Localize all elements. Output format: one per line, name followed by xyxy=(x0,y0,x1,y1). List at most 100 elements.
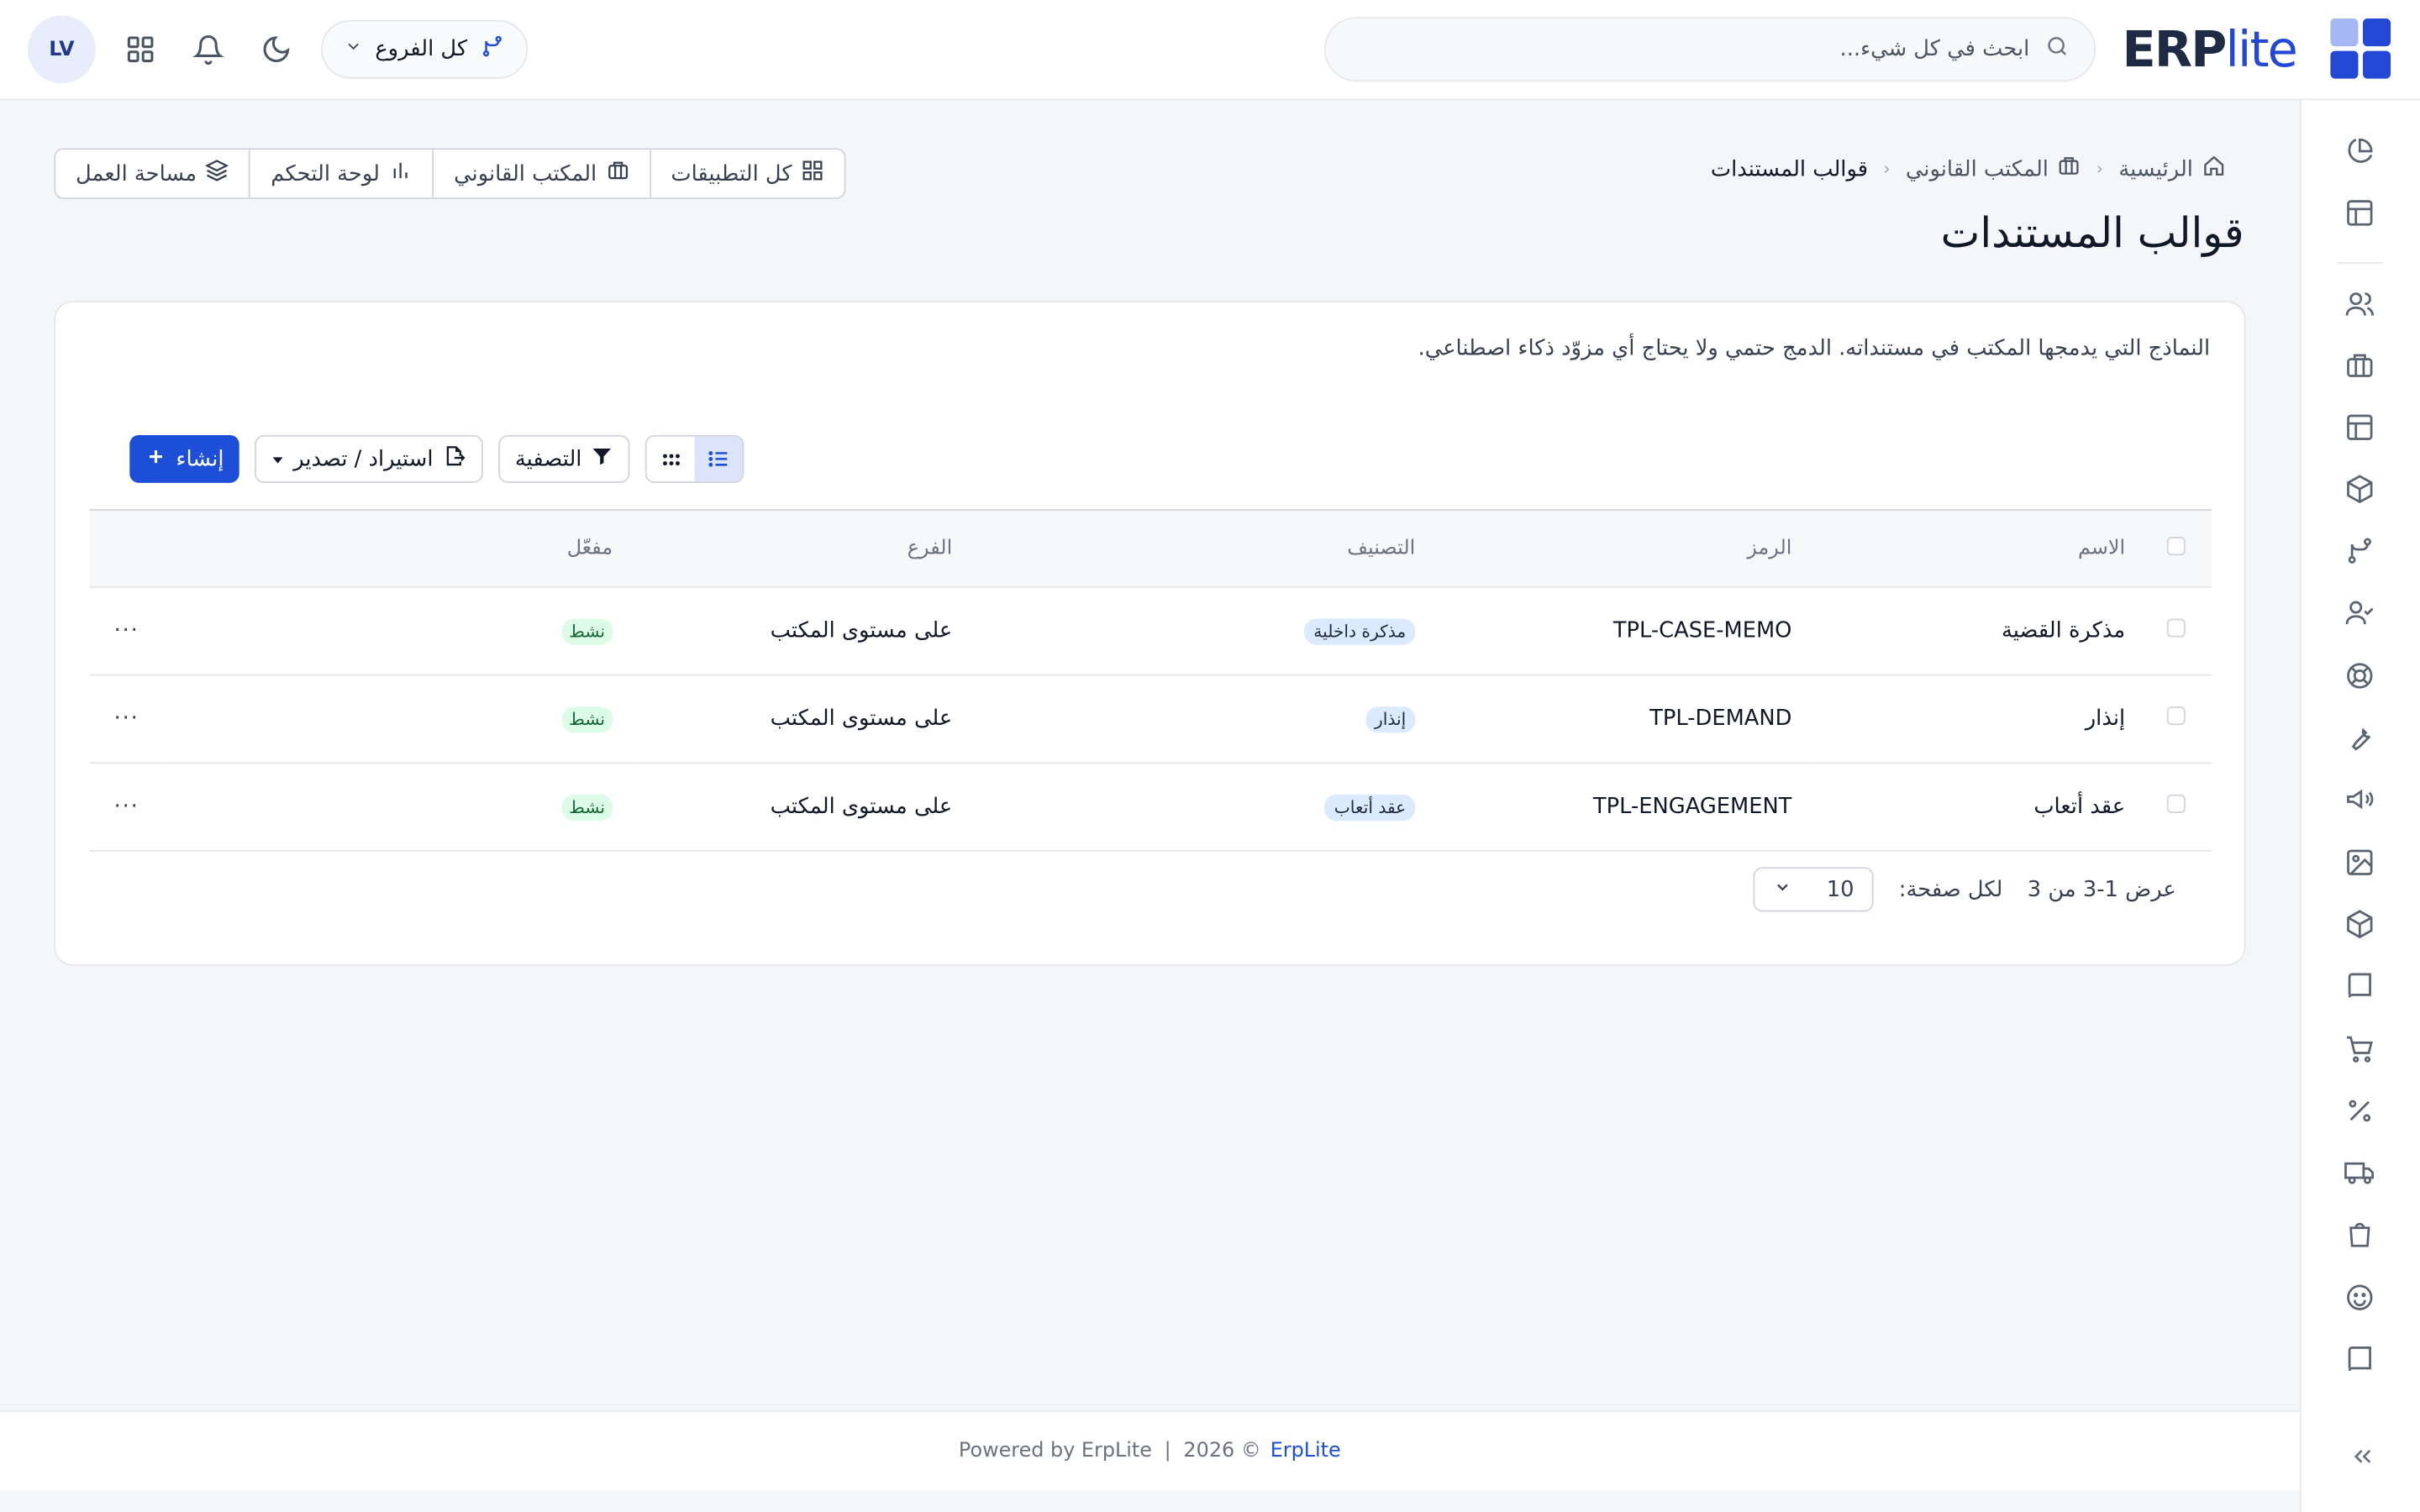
bar-chart-icon xyxy=(389,159,413,188)
wrench-icon[interactable] xyxy=(2343,721,2376,754)
create-label: إنشاء xyxy=(176,446,224,472)
breadcrumb-label: الرئيسية xyxy=(2118,156,2193,181)
all-apps-label: كل التطبيقات xyxy=(671,160,792,186)
percent-icon[interactable] xyxy=(2343,1094,2376,1127)
templates-table: الاسم الرمز التصنيف الفرع مفعّل مذكرة ال… xyxy=(89,509,2212,852)
global-search[interactable] xyxy=(1323,17,2096,82)
notebook-icon[interactable] xyxy=(2343,1342,2376,1376)
page-footer: Powered by ErpLite | 2026 © ErpLite xyxy=(0,1410,2300,1491)
search-input[interactable] xyxy=(1412,37,2030,62)
table-row[interactable]: مذكرة القضية TPL-CASE-MEMO مذكرة داخلية … xyxy=(89,587,2212,675)
smile-icon[interactable] xyxy=(2343,1280,2376,1314)
logo-mark-icon xyxy=(2330,18,2391,80)
breadcrumb-current: قوالب المستندات xyxy=(1710,156,1869,181)
column-category[interactable]: التصنيف xyxy=(974,510,1437,587)
bell-icon[interactable] xyxy=(185,26,231,72)
pagination-summary: عرض 1-3 من 3 xyxy=(2027,877,2176,902)
workspace-label: مساحة العمل xyxy=(75,160,197,186)
caret-down-icon xyxy=(271,447,284,471)
truck-icon[interactable] xyxy=(2343,1156,2376,1189)
create-button[interactable]: إنشاء xyxy=(129,434,239,483)
workspace-button[interactable]: مساحة العمل xyxy=(55,150,249,197)
column-name[interactable]: الاسم xyxy=(1813,510,2140,587)
footer-brand-link[interactable]: ErpLite xyxy=(1270,1440,1341,1463)
row-checkbox[interactable] xyxy=(2166,706,2186,726)
dashboard-label: لوحة التحكم xyxy=(271,160,380,186)
briefcase-icon xyxy=(606,159,629,188)
briefcase-icon[interactable] xyxy=(2343,349,2376,382)
template-branch: على مستوى المكتب xyxy=(770,618,953,643)
column-branch[interactable]: الفرع xyxy=(634,510,974,587)
breadcrumb-separator: ‹ xyxy=(1883,159,1891,180)
pagination: عرض 1-3 من 3 لكل صفحة: 10 xyxy=(1754,867,2176,912)
view-toggle xyxy=(644,434,744,483)
table-header-row: الاسم الرمز التصنيف الفرع مفعّل xyxy=(89,510,2212,587)
pie-chart-icon[interactable] xyxy=(2343,134,2376,168)
import-export-button[interactable]: استيراد / تصدير xyxy=(255,434,483,483)
footer-year: 2026 © xyxy=(1183,1439,1261,1463)
status-badge: نشط xyxy=(560,706,613,732)
layers-icon xyxy=(205,159,229,188)
breadcrumb-label: المكتب القانوني xyxy=(1905,156,2049,181)
branch-icon[interactable] xyxy=(2343,533,2376,567)
category-tag: مذكرة داخلية xyxy=(1304,617,1416,644)
row-checkbox[interactable] xyxy=(2166,618,2186,638)
lifebuoy-icon[interactable] xyxy=(2343,659,2376,692)
book-icon[interactable] xyxy=(2343,969,2376,1002)
status-badge: نشط xyxy=(560,793,613,821)
cart-icon[interactable] xyxy=(2343,1032,2376,1066)
filter-label: التصفية xyxy=(514,446,582,472)
select-all-checkbox[interactable] xyxy=(2166,536,2186,555)
file-export-icon xyxy=(443,444,466,474)
breadcrumb-legal-office[interactable]: المكتب القانوني xyxy=(1906,155,2081,184)
column-code[interactable]: الرمز xyxy=(1437,510,1813,587)
category-tag: إنذار xyxy=(1365,706,1416,732)
dark-mode-moon-icon[interactable] xyxy=(253,26,299,72)
template-code: TPL-DEMAND xyxy=(1649,706,1792,732)
branch-label: كل الفروع xyxy=(375,37,468,62)
panel-icon[interactable] xyxy=(2343,411,2376,444)
layout-icon[interactable] xyxy=(2343,196,2376,229)
legal-office-button[interactable]: المكتب القانوني xyxy=(432,150,649,198)
template-code: TPL-ENGAGEMENT xyxy=(1592,794,1792,820)
table-row[interactable]: عقد أتعاب TPL-ENGAGEMENT عقد أتعاب على م… xyxy=(89,763,2212,851)
app-sidebar xyxy=(2299,100,2420,1512)
row-actions-menu[interactable]: ··· xyxy=(114,795,139,819)
row-checkbox[interactable] xyxy=(2166,794,2186,813)
briefcase-icon xyxy=(2058,155,2081,184)
row-actions-menu[interactable]: ··· xyxy=(114,619,139,643)
user-check-icon[interactable] xyxy=(2343,596,2376,629)
chevron-down-icon xyxy=(345,37,363,61)
branch-selector[interactable]: كل الفروع xyxy=(321,19,528,79)
branch-icon xyxy=(480,34,504,65)
list-view-icon[interactable] xyxy=(694,436,743,482)
column-enabled[interactable]: مفعّل xyxy=(164,510,634,587)
user-avatar[interactable]: LV xyxy=(28,15,96,84)
table-row[interactable]: إنذار TPL-DEMAND إنذار على مستوى المكتب … xyxy=(89,675,2212,764)
breadcrumb-separator: ‹ xyxy=(2096,159,2103,180)
category-tag: عقد أتعاب xyxy=(1324,793,1416,821)
shopping-bag-icon[interactable] xyxy=(2343,1217,2376,1251)
per-page-label: لكل صفحة: xyxy=(1898,877,2003,902)
filter-icon xyxy=(591,445,613,473)
page-title: قوالب المستندات xyxy=(1940,209,2244,258)
dashboard-button[interactable]: لوحة التحكم xyxy=(249,150,433,198)
app-logo[interactable]: ERPlite xyxy=(2123,18,2392,80)
footer-powered-by: Powered by ErpLite xyxy=(958,1439,1152,1463)
image-icon[interactable] xyxy=(2343,846,2376,879)
home-icon xyxy=(2202,155,2226,184)
users-icon[interactable] xyxy=(2343,287,2376,321)
box-icon[interactable] xyxy=(2343,907,2376,941)
row-actions-menu[interactable]: ··· xyxy=(114,706,139,731)
all-apps-button[interactable]: كل التطبيقات xyxy=(649,150,844,198)
per-page-value: 10 xyxy=(1826,877,1854,902)
grid-view-icon[interactable] xyxy=(647,437,695,481)
breadcrumb-home[interactable]: الرئيسية xyxy=(2118,155,2225,184)
collapse-sidebar-icon[interactable] xyxy=(2349,1442,2376,1476)
filter-button[interactable]: التصفية xyxy=(497,434,630,483)
apps-grid-icon[interactable] xyxy=(118,26,164,72)
chevron-down-icon xyxy=(1774,877,1792,901)
megaphone-icon[interactable] xyxy=(2343,782,2376,816)
package-icon[interactable] xyxy=(2343,472,2376,506)
per-page-select[interactable]: 10 xyxy=(1754,867,1875,912)
